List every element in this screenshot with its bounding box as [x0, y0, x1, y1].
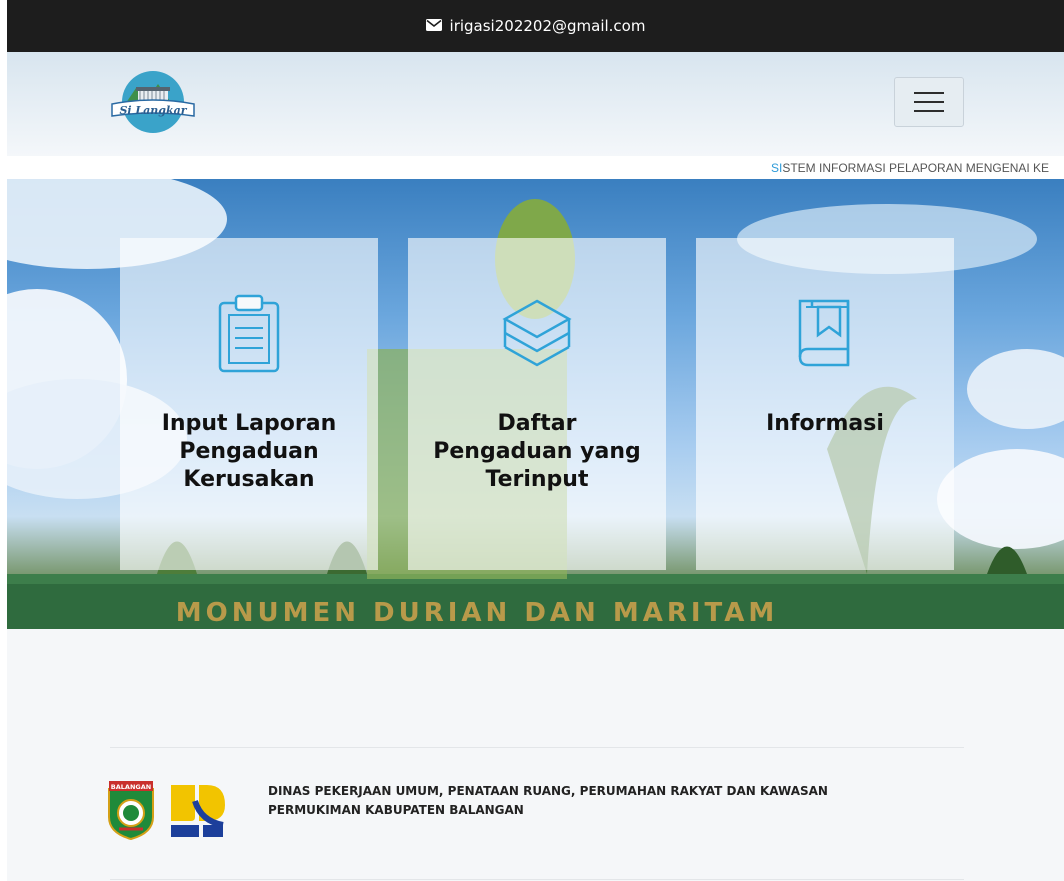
- emblem-text: BALANGAN: [111, 783, 151, 791]
- site-header: Si Langkar: [7, 52, 1064, 156]
- footer-divider-top: [110, 747, 964, 748]
- running-text: SISTEM INFORMASI PELAPORAN MENGENAI KE: [7, 156, 1064, 179]
- logo-text: Si Langkar: [119, 104, 187, 117]
- card-daftar-pengaduan[interactable]: Daftar Pengaduan yang Terinput: [408, 238, 666, 570]
- menu-toggle-button[interactable]: [894, 77, 964, 127]
- agency-name: DINAS PEKERJAAN UMUM, PENATAAN RUANG, PE…: [268, 784, 828, 817]
- contact-email-link[interactable]: irigasi202202@gmail.com: [450, 17, 646, 35]
- hero-section: MONUMEN DURIAN DAN MARITAM Input Laporan…: [7, 179, 1064, 629]
- book-icon: [696, 293, 954, 383]
- page: irigasi202202@gmail.com Si Langkar SISTE…: [7, 0, 1064, 881]
- layers-icon: [408, 293, 666, 383]
- card-title: Input Laporan Pengaduan Kerusakan: [161, 411, 337, 492]
- footer-divider-bottom: [110, 879, 964, 880]
- footer-agency: BALANGAN DINAS PEKERJAAN UMUM, PENATAAN …: [105, 779, 965, 841]
- site-logo[interactable]: Si Langkar: [106, 66, 200, 136]
- balangan-emblem: BALANGAN: [105, 779, 157, 841]
- monument-text: MONUMEN DURIAN DAN MARITAM: [176, 598, 779, 628]
- running-text-highlight: SI: [771, 161, 783, 175]
- top-contact-bar: irigasi202202@gmail.com: [7, 0, 1064, 52]
- envelope-icon: [425, 17, 442, 35]
- clipboard-icon: [120, 293, 378, 383]
- hamburger-icon-bar: [914, 101, 944, 103]
- card-title: Daftar Pengaduan yang Terinput: [433, 411, 641, 492]
- card-informasi[interactable]: Informasi: [696, 238, 954, 570]
- hamburger-icon-bar: [914, 110, 944, 112]
- card-title: Informasi: [766, 411, 884, 436]
- monument-banner-text: MONUMEN DURIAN DAN MARITAM: [176, 598, 779, 628]
- running-text-content: STEM INFORMASI PELAPORAN MENGENAI KE: [782, 161, 1050, 175]
- pupr-logo: [167, 781, 227, 841]
- card-input-laporan[interactable]: Input Laporan Pengaduan Kerusakan: [120, 238, 378, 570]
- hamburger-icon-bar: [914, 92, 944, 94]
